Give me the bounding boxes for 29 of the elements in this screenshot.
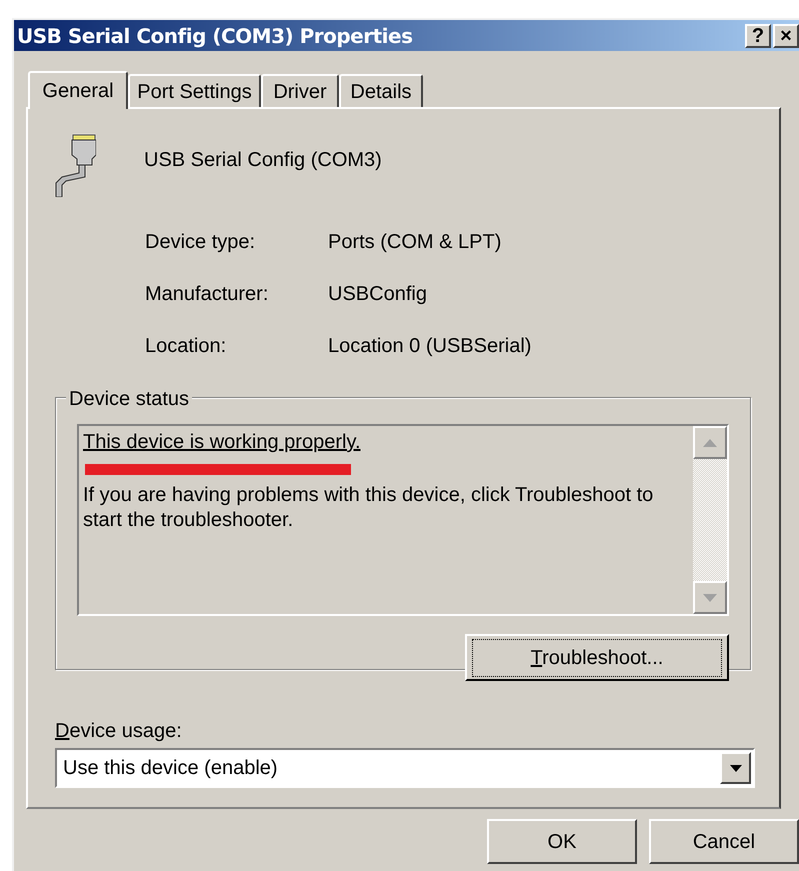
- scroll-down-button[interactable]: [693, 581, 727, 614]
- tab[interactable]: General: [28, 71, 128, 109]
- property-value: USBConfig: [328, 282, 427, 307]
- scrollbar[interactable]: [693, 426, 727, 614]
- troubleshoot-button[interactable]: Troubleshoot...: [465, 634, 729, 681]
- property-label: Device type:: [145, 230, 256, 255]
- caret-icon: [730, 764, 742, 772]
- tab[interactable]: Driver: [261, 74, 339, 107]
- device-usage-dropdown[interactable]: Use this device (enable): [55, 748, 755, 788]
- dialog-button[interactable]: Cancel: [649, 819, 799, 864]
- close-button[interactable]: ×: [773, 24, 799, 48]
- help-button[interactable]: ?: [745, 24, 771, 48]
- tab[interactable]: Port Settings: [128, 74, 261, 107]
- dropdown-arrow-button[interactable]: [720, 752, 751, 784]
- window-title: USB Serial Config (COM3) Properties: [17, 22, 412, 50]
- dropdown-value: Use this device (enable): [62, 756, 279, 781]
- dialog-button[interactable]: OK: [487, 819, 637, 864]
- down-arrow-icon: [703, 594, 717, 602]
- device-usage-label: Device usage:: [55, 719, 183, 744]
- property-label: Manufacturer:: [145, 282, 270, 307]
- device-name: USB Serial Config (COM3): [144, 148, 382, 173]
- property-label: Location:: [145, 334, 228, 359]
- status-message: If you are having problems with this device, click Troubleshoot to start the troubleshooter.: [83, 483, 654, 533]
- up-arrow-icon: [703, 438, 717, 446]
- scroll-up-button[interactable]: [693, 426, 727, 459]
- property-value: Location 0 (USBSerial): [328, 334, 532, 359]
- status-message: This device is working properly.: [83, 430, 361, 455]
- property-value: Ports (COM & LPT): [328, 230, 502, 255]
- tab[interactable]: Details: [339, 74, 423, 107]
